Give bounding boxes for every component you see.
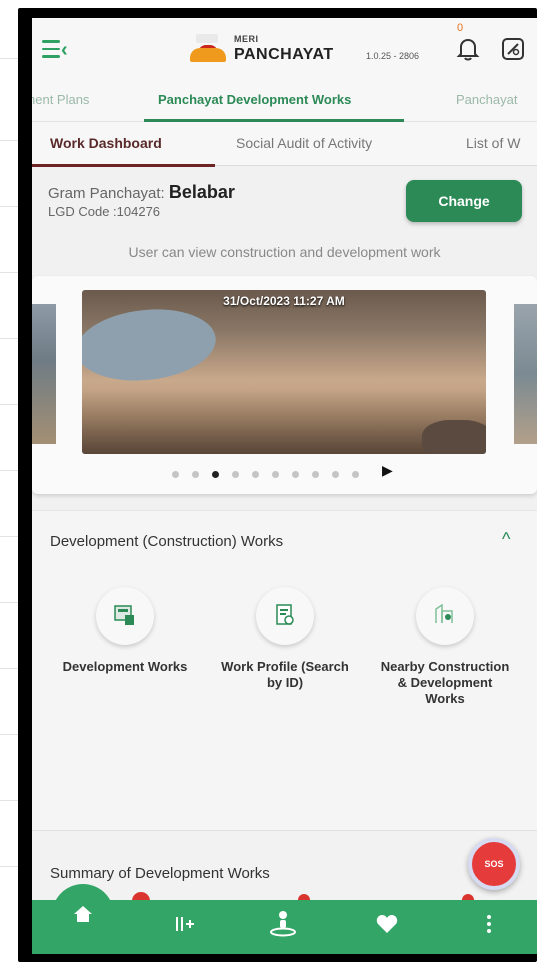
notification-bell-icon[interactable] — [456, 36, 480, 62]
sub-tabs: Work Dashboard Social Audit of Activity … — [32, 122, 537, 167]
carousel-dot[interactable] — [192, 471, 199, 478]
app-bar: ‹ MERI PANCHAYAT 1.0.25 - 2806 0 — [32, 18, 537, 80]
work-photo[interactable]: 31/Oct/2023 11:27 AM — [82, 290, 486, 454]
work-image-carousel[interactable]: 31/Oct/2023 11:27 AM ▶ — [32, 276, 537, 494]
tab-panchayat[interactable]: Panchayat — [456, 92, 517, 107]
tile-label: Work Profile (Search by ID) — [221, 659, 349, 690]
tab-panchayat-development-works[interactable]: Panchayat Development Works — [158, 92, 351, 107]
development-works-icon — [96, 587, 154, 645]
carousel-dot[interactable] — [332, 471, 339, 478]
tab-list-of-works[interactable]: List of W — [466, 135, 520, 151]
lgd-code: LGD Code :104276 — [48, 204, 161, 219]
section-title: Development (Construction) Works — [50, 533, 284, 550]
previous-slide-image[interactable] — [32, 304, 56, 444]
active-subtab-indicator — [32, 164, 215, 167]
work-profile-icon — [256, 587, 314, 645]
gram-panchayat-name: Belabar — [168, 182, 235, 202]
next-slide-image[interactable] — [514, 304, 537, 444]
work-profile-tile[interactable]: Work Profile (Search by ID) — [220, 587, 350, 691]
sos-button[interactable]: SOS — [468, 838, 520, 890]
more-vertical-icon[interactable] — [486, 914, 492, 939]
carousel-dot[interactable] — [352, 471, 359, 478]
nearby-works-tile[interactable]: Nearby Construction & Development Works — [380, 587, 510, 707]
summary-title: Summary of Development Works — [50, 865, 270, 882]
carousel-dot[interactable] — [252, 471, 259, 478]
photo-timestamp: 31/Oct/2023 11:27 AM — [223, 294, 345, 308]
person-location-icon[interactable] — [268, 908, 298, 943]
app-version: 1.0.25 - 2806 — [366, 51, 420, 61]
carousel-dot[interactable] — [232, 471, 239, 478]
chevron-up-icon[interactable]: ^ — [502, 529, 510, 550]
tile-label: Development Works — [62, 659, 188, 674]
play-icon[interactable]: ▶ — [382, 462, 393, 479]
home-icon — [74, 906, 92, 922]
carousel-dot[interactable] — [172, 471, 179, 478]
tab-social-audit[interactable]: Social Audit of Activity — [236, 135, 372, 151]
top-tabs: nent Plans Panchayat Development Works P… — [32, 80, 537, 122]
development-works-tile[interactable]: Development Works — [60, 587, 190, 675]
tools-icon[interactable] — [502, 38, 524, 60]
carousel-dot[interactable] — [272, 471, 279, 478]
chevron-left-icon: ‹ — [61, 39, 68, 61]
info-text: User can view construction and developme… — [128, 244, 441, 260]
gram-panchayat: Gram Panchayat: Belabar — [48, 182, 235, 203]
tile-label: Nearby Construction & Development Works — [380, 659, 510, 706]
logo-name: PANCHAYAT — [234, 46, 334, 63]
nearby-works-icon — [416, 587, 474, 645]
development-works-section: Development (Construction) Works ^ Devel… — [32, 510, 537, 830]
change-button[interactable]: Change — [406, 180, 522, 222]
heart-icon[interactable] — [376, 914, 398, 939]
home-button[interactable] — [52, 884, 114, 946]
carousel-dot[interactable] — [312, 471, 319, 478]
panchayat-emblem-icon — [188, 34, 230, 64]
carousel-dot[interactable] — [212, 471, 219, 478]
notification-count: 0 — [457, 22, 464, 34]
gram-panchayat-label: Gram Panchayat: — [48, 185, 165, 202]
tab-plans[interactable]: nent Plans — [32, 92, 89, 107]
tab-work-dashboard[interactable]: Work Dashboard — [50, 135, 162, 151]
logo-small-text: MERI — [234, 34, 259, 44]
menu-icon — [42, 40, 60, 63]
menu-button[interactable]: ‹ — [40, 36, 76, 64]
grid-plus-icon[interactable] — [174, 914, 196, 941]
carousel-dot[interactable] — [292, 471, 299, 478]
app-screen: ‹ MERI PANCHAYAT 1.0.25 - 2806 0 nent Pl… — [32, 18, 537, 954]
phone-frame: ‹ MERI PANCHAYAT 1.0.25 - 2806 0 nent Pl… — [18, 8, 537, 962]
app-logo: MERI PANCHAYAT 1.0.25 - 2806 — [188, 32, 443, 68]
